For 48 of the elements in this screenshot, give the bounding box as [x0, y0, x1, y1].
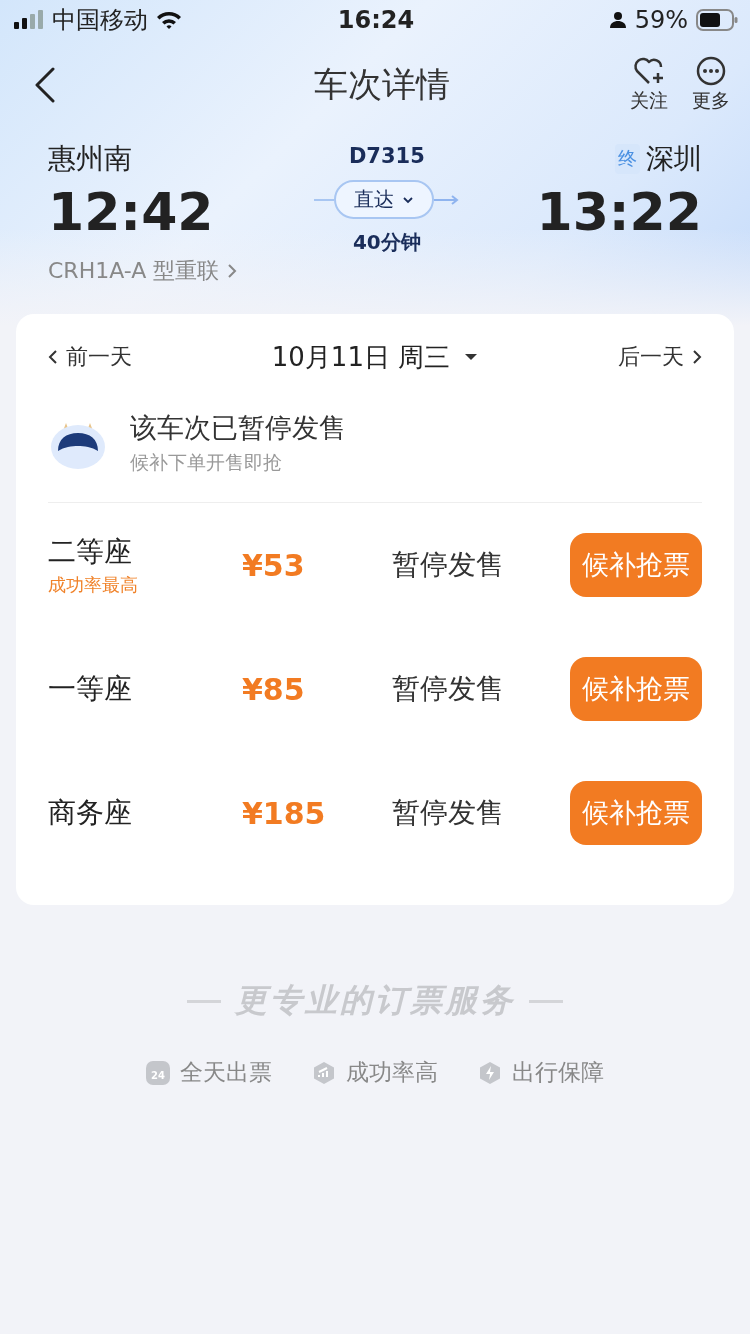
sale-status: 暂停发售 [392, 671, 505, 707]
seat-class: 二等座 [48, 534, 133, 570]
arrival-station: 深圳 [646, 141, 702, 177]
next-day-button[interactable]: 后一天 [618, 342, 702, 372]
arrow-icon [433, 194, 460, 205]
page-title: 车次详情 [314, 63, 450, 106]
chevron-right-icon [227, 263, 238, 279]
shield-bolt-icon [478, 1060, 502, 1085]
seat-class: 商务座 [48, 795, 133, 831]
feature-label: 出行保障 [512, 1058, 604, 1087]
seat-note: 成功率最高 [48, 573, 139, 597]
battery-icon [696, 9, 738, 31]
follow-button[interactable]: 关注 [630, 56, 668, 114]
train-number: D7315 [348, 144, 425, 168]
date-picker[interactable]: 10月11日 周三 [271, 339, 479, 375]
duration: 40分钟 [352, 229, 421, 256]
feature-label: 全天出票 [180, 1058, 272, 1087]
terminal-badge: 终 [615, 144, 640, 174]
feature-label: 成功率高 [346, 1058, 438, 1087]
clock-icon: 24 [146, 1060, 170, 1085]
route-line [313, 198, 334, 201]
status-time: 16:24 [337, 6, 415, 34]
seat-class: 一等座 [48, 671, 133, 707]
back-icon[interactable] [34, 67, 56, 103]
chevron-right-icon [692, 349, 702, 365]
battery-percent: 59% [634, 6, 688, 34]
direct-dropdown[interactable]: 直达 [333, 180, 434, 219]
departure-time: 12:42 [48, 182, 214, 242]
chart-icon [312, 1060, 336, 1085]
signal-icon [14, 10, 44, 30]
sale-status: 暂停发售 [392, 795, 505, 831]
caret-down-icon [464, 353, 479, 361]
wifi-icon [156, 10, 182, 30]
caret-icon [401, 195, 414, 204]
person-icon [608, 11, 627, 29]
sale-status: 暂停发售 [392, 547, 505, 583]
previous-day-button[interactable]: 前一天 [48, 342, 132, 372]
departure-station: 惠州南 [48, 141, 132, 177]
chevron-left-icon [48, 349, 58, 365]
arrival-time: 13:22 [536, 182, 702, 242]
more-button[interactable]: 更多 [692, 56, 730, 114]
more-icon [696, 56, 726, 86]
notice-title: 该车次已暂停发售 [130, 411, 346, 445]
seat-price: ¥85 [242, 671, 306, 707]
notice-subtitle: 候补下单开售即抢 [130, 450, 283, 475]
seat-price: ¥53 [242, 547, 306, 583]
seat-price: ¥185 [242, 795, 327, 831]
carrier-name: 中国移动 [52, 5, 148, 36]
